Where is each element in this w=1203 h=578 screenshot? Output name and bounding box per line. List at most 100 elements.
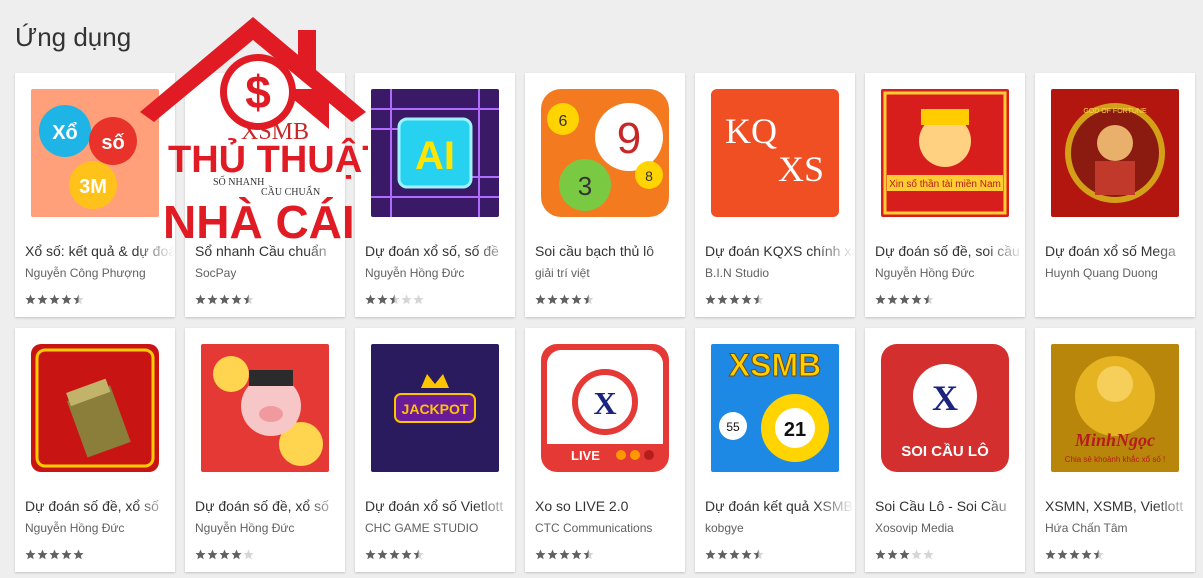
app-title[interactable]: Dự đoán xổ số Mega — [1045, 243, 1195, 259]
app-card[interactable]: KQ XS Dự đoán KQXS chính xác B.I.N Studio — [695, 73, 855, 317]
star-icon — [911, 294, 922, 305]
star-icon — [547, 294, 558, 305]
kqxs-icon[interactable]: KQ XS — [711, 89, 839, 217]
star-icon — [207, 549, 218, 560]
star-icon — [923, 549, 934, 560]
star-icon — [559, 294, 570, 305]
app-title[interactable]: Dự đoán số đề, xổ số — [25, 498, 175, 514]
xo-so-3m-icon[interactable]: Xổ số 3M — [31, 89, 159, 217]
app-title[interactable]: Dự đoán xổ số Vietlott — [365, 498, 515, 514]
app-developer[interactable]: Huynh Quang Duong — [1045, 266, 1195, 280]
app-card[interactable]: Xổ số 3M Xổ số: kết quả & dự đoán Nguyễn C… — [15, 73, 175, 317]
app-card[interactable]: X LIVE Xo so LIVE 2.0 CTC Communications — [525, 328, 685, 572]
app-developer[interactable]: Nguyễn Hồng Đức — [875, 266, 1025, 280]
xsmb-balls-icon[interactable]: XSMB 21 55 — [711, 344, 839, 472]
star-icon — [583, 294, 594, 305]
svg-text:6: 6 — [559, 113, 568, 130]
svg-text:3: 3 — [578, 171, 592, 201]
xo-so-live-icon[interactable]: X LIVE — [541, 344, 669, 472]
app-title[interactable]: Sổ nhanh Cầu chuẩn — [195, 243, 345, 259]
app-card[interactable]: 6 9 3 8 Soi cầu bạch thủ lô giải trí việt — [525, 73, 685, 317]
star-icon — [729, 549, 740, 560]
star-icon — [705, 294, 716, 305]
app-developer[interactable]: Nguyễn Hồng Đức — [365, 266, 515, 280]
star-icon — [887, 294, 898, 305]
app-card[interactable]: XSMB 21 55 Dự đoán kết quả XSMB kobgye — [695, 328, 855, 572]
xsmb-so-nhanh-icon[interactable]: XSMB SỐ NHANH CẦU CHUẨN — [201, 89, 329, 217]
star-icon — [1093, 549, 1104, 560]
app-developer[interactable]: Hứa Chấn Tâm — [1045, 521, 1195, 535]
app-title[interactable]: Xổ số: kết quả & dự đoán — [25, 243, 175, 259]
star-icon — [741, 549, 752, 560]
lottery-balls-icon[interactable]: 6 9 3 8 — [541, 89, 669, 217]
app-developer[interactable]: kobgye — [705, 521, 855, 535]
star-icon — [753, 294, 764, 305]
star-icon — [753, 549, 764, 560]
minh-ngoc-icon[interactable]: MinhNgọc Chia sẻ khoảnh khắc xổ số ! — [1051, 344, 1179, 472]
svg-text:AI: AI — [415, 134, 455, 178]
star-rating — [195, 549, 254, 561]
god-of-fortune-icon[interactable]: GOD OF FORTUNE — [1051, 89, 1179, 217]
star-icon — [37, 294, 48, 305]
star-rating — [25, 549, 84, 561]
app-card[interactable]: JACKPOT Dự đoán xổ số Vietlott CHC GAME ST… — [355, 328, 515, 572]
svg-text:X: X — [593, 385, 616, 421]
soi-cau-lo-icon[interactable]: X SOI CẦU LÔ — [881, 344, 1009, 472]
svg-text:21: 21 — [784, 419, 806, 441]
star-rating — [1045, 549, 1104, 561]
lucky-pig-icon[interactable] — [201, 344, 329, 472]
svg-text:GOD OF FORTUNE: GOD OF FORTUNE — [1083, 108, 1147, 115]
star-icon — [1081, 549, 1092, 560]
svg-text:số: số — [101, 132, 124, 154]
than-tai-icon[interactable]: Xin số thần tài miền Nam — [881, 89, 1009, 217]
app-developer[interactable]: Nguyễn Hồng Đức — [25, 521, 175, 535]
star-icon — [899, 549, 910, 560]
svg-text:CẦU CHUẨN: CẦU CHUẨN — [261, 185, 320, 198]
star-icon — [1057, 549, 1068, 560]
svg-text:XSMB: XSMB — [729, 347, 821, 383]
svg-text:Xổ: Xổ — [52, 122, 78, 144]
app-card[interactable]: X SOI CẦU LÔ Soi Cầu Lô - Soi Cầu Xosovip … — [865, 328, 1025, 572]
star-rating — [365, 549, 424, 561]
app-developer[interactable]: Nguyễn Công Phượng — [25, 266, 175, 280]
star-icon — [741, 294, 752, 305]
star-rating — [365, 294, 424, 306]
app-title[interactable]: Dự đoán KQXS chính xác — [705, 243, 855, 259]
app-title[interactable]: Soi cầu bạch thủ lô — [535, 243, 685, 259]
ai-chip-icon[interactable]: AI — [371, 89, 499, 217]
star-icon — [365, 549, 376, 560]
svg-text:Xin số thần tài miền Nam: Xin số thần tài miền Nam — [889, 178, 1001, 190]
app-card[interactable]: Dự đoán số đề, xổ số Nguyễn Hồng Đức — [185, 328, 345, 572]
star-icon — [717, 549, 728, 560]
money-stack-icon[interactable] — [31, 344, 159, 472]
star-icon — [923, 294, 934, 305]
app-card[interactable]: AI Dự đoán xổ số, số đề Nguyễn Hồng Đức — [355, 73, 515, 317]
star-icon — [377, 549, 388, 560]
svg-text:SOI CẦU LÔ: SOI CẦU LÔ — [901, 442, 989, 460]
app-title[interactable]: XSMN, XSMB, Vietlott — [1045, 498, 1195, 514]
star-icon — [37, 549, 48, 560]
app-title[interactable]: Dự đoán xổ số, số đề — [365, 243, 515, 259]
svg-text:8: 8 — [645, 168, 653, 184]
app-developer[interactable]: giải trí việt — [535, 266, 685, 280]
app-title[interactable]: Xo so LIVE 2.0 — [535, 498, 685, 514]
app-card[interactable]: GOD OF FORTUNE Dự đoán xổ số Mega Huynh Qu… — [1035, 73, 1195, 317]
app-developer[interactable]: B.I.N Studio — [705, 266, 855, 280]
app-card[interactable]: XSMB SỐ NHANH CẦU CHUẨN Sổ nhanh Cầu chuẩ… — [185, 73, 345, 317]
app-developer[interactable]: Xosovip Media — [875, 521, 1025, 535]
app-card[interactable]: Xin số thần tài miền Nam Dự đoán số đề, s… — [865, 73, 1025, 317]
star-icon — [413, 294, 424, 305]
app-developer[interactable]: CTC Communications — [535, 521, 685, 535]
app-card[interactable]: MinhNgọc Chia sẻ khoảnh khắc xổ số ! XSMN… — [1035, 328, 1195, 572]
app-developer[interactable]: SocPay — [195, 266, 345, 280]
jackpot-icon[interactable]: JACKPOT — [371, 344, 499, 472]
app-developer[interactable]: Nguyễn Hồng Đức — [195, 521, 345, 535]
app-developer[interactable]: CHC GAME STUDIO — [365, 521, 515, 535]
svg-text:KQ: KQ — [725, 111, 777, 151]
app-title[interactable]: Soi Cầu Lô - Soi Cầu — [875, 498, 1025, 514]
app-title[interactable]: Dự đoán kết quả XSMB — [705, 498, 855, 514]
app-title[interactable]: Dự đoán số đề, soi cầu — [875, 243, 1025, 259]
app-card[interactable]: Dự đoán số đề, xổ số Nguyễn Hồng Đức — [15, 328, 175, 572]
star-icon — [401, 549, 412, 560]
app-title[interactable]: Dự đoán số đề, xổ số — [195, 498, 345, 514]
